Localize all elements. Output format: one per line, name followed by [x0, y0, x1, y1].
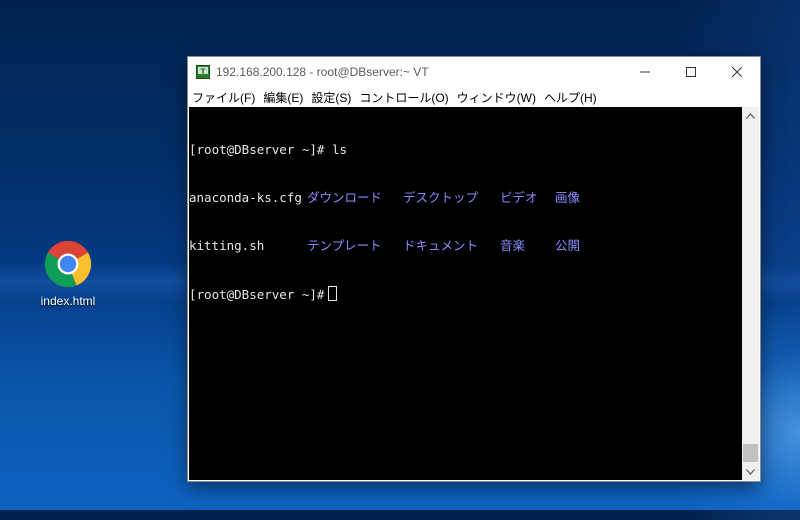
scroll-thumb[interactable] [743, 444, 758, 462]
window-title: 192.168.200.128 - root@DBserver:~ VT [216, 65, 429, 79]
dir-entry: ビデオ [500, 190, 538, 205]
dir-entry: デスクトップ [403, 190, 479, 205]
minimize-icon [640, 71, 650, 73]
chevron-down-icon [746, 468, 755, 475]
dir-entry: 画像 [555, 190, 581, 205]
close-button[interactable] [714, 57, 760, 87]
terminal-line: anaconda-ks.cfg ダウンロード デスクトップ ビデオ 画像 [189, 190, 742, 206]
desktop-icon-index-html[interactable]: index.html [28, 240, 108, 308]
terminal-line: [root@DBserver ~]# ls [189, 142, 742, 158]
terminal-line: kitting.sh テンプレート ドキュメント 音楽 公開 [189, 238, 742, 254]
menu-window[interactable]: ウィンドウ(W) [455, 89, 542, 106]
terminal-line: [root@DBserver ~]# [189, 286, 742, 302]
minimize-button[interactable] [622, 57, 668, 87]
prompt-text: [root@DBserver ~]# [189, 286, 338, 303]
file-entry: anaconda-ks.cfg [189, 190, 302, 205]
file-entry: kitting.sh [189, 238, 265, 253]
desktop-icon-label: index.html [40, 294, 96, 308]
dir-entry: ドキュメント [403, 238, 479, 253]
terminal-area[interactable]: [root@DBserver ~]# ls anaconda-ks.cfg ダウ… [189, 107, 742, 480]
menu-help[interactable]: ヘルプ(H) [542, 89, 603, 106]
dir-entry: 公開 [555, 238, 581, 253]
title-bar[interactable]: T 192.168.200.128 - root@DBserver:~ VT [188, 57, 760, 87]
teraterm-icon: T [196, 65, 210, 79]
menu-edit[interactable]: 編集(E) [261, 89, 309, 106]
menu-file[interactable]: ファイル(F) [190, 89, 261, 106]
menu-setup[interactable]: 設定(S) [309, 89, 357, 106]
prompt-text: [root@DBserver ~]# ls [189, 142, 348, 157]
close-icon [732, 67, 742, 77]
vertical-scrollbar[interactable] [742, 107, 759, 480]
menu-control[interactable]: コントロール(O) [357, 89, 454, 106]
maximize-button[interactable] [668, 57, 714, 87]
chevron-up-icon [746, 112, 755, 119]
terminal-window[interactable]: T 192.168.200.128 - root@DBserver:~ VT フ… [188, 57, 760, 481]
scroll-down-button[interactable] [742, 463, 759, 480]
prompt-label: [root@DBserver ~]# [189, 287, 325, 302]
dir-entry: 音楽 [500, 238, 526, 253]
menu-bar: ファイル(F) 編集(E) 設定(S) コントロール(O) ウィンドウ(W) ヘ… [188, 87, 760, 107]
dir-entry: テンプレート [307, 238, 382, 253]
text-cursor [328, 286, 338, 301]
dir-entry: ダウンロード [307, 190, 383, 205]
chrome-icon [44, 240, 92, 288]
scroll-up-button[interactable] [742, 107, 759, 124]
svg-text:T: T [201, 68, 206, 76]
maximize-icon [686, 67, 696, 77]
